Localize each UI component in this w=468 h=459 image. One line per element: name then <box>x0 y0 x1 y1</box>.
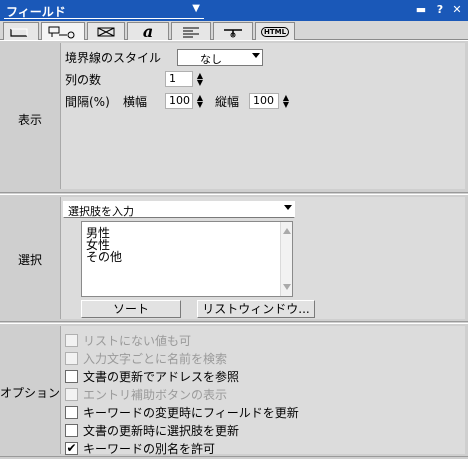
allow-values-not-in-list-checkbox[interactable] <box>65 334 78 347</box>
choices-scrollbar[interactable] <box>280 222 292 296</box>
border-style-label: 境界線のスタイル <box>65 51 162 65</box>
show-entry-helper-button-label: エントリ補助ボタンの表示 <box>83 388 228 402</box>
border-style-dropdown[interactable]: なし <box>177 49 263 66</box>
chevron-down-icon: ▼ <box>192 3 200 14</box>
spacing-label: 間隔(%) <box>65 95 110 109</box>
html-icon-label: HTML <box>263 27 287 36</box>
vertical-spacing-input[interactable]: 100 <box>249 93 279 109</box>
choices-listbox[interactable]: 男性 女性 その他 <box>81 221 293 297</box>
title-bar: フィールド ▼ ▬ ? ✕ <box>0 0 468 21</box>
chevron-down-icon <box>252 53 260 58</box>
refresh-fields-on-keyword-change-checkbox[interactable] <box>65 406 78 419</box>
vertical-spacing-stepper[interactable]: ▲ ▼ <box>281 94 291 109</box>
list-window-button[interactable]: リストウィンドウ... <box>197 300 315 318</box>
options-section-body: リストにない値も可 入力文字ごとに名前を検索 文書の更新でアドレスを参照 エント… <box>60 326 465 456</box>
choice-source-dropdown[interactable]: 選択肢を入力 <box>63 201 295 218</box>
refresh-choices-on-refresh-label: 文書の更新時に選択肢を更新 <box>83 424 240 438</box>
tab-position[interactable] <box>213 22 253 40</box>
allow-keyword-synonyms-label: キーワードの別名を許可 <box>83 442 216 456</box>
window-title: フィールド <box>6 5 66 19</box>
refresh-fields-on-keyword-change-label: キーワードの変更時にフィールドを更新 <box>83 406 299 420</box>
lookup-address-on-refresh-label: 文書の更新でアドレスを参照 <box>83 370 240 384</box>
options-section: オプション リストにない値も可 入力文字ごとに名前を検索 文書の更新でアドレスを… <box>0 323 468 457</box>
chevron-down-icon <box>284 205 292 210</box>
list-item[interactable]: その他 <box>86 248 122 265</box>
font-italic-icon: a <box>142 21 154 41</box>
show-entry-helper-button-checkbox[interactable] <box>65 388 78 401</box>
scroll-down-icon[interactable] <box>283 284 291 290</box>
allow-values-not-in-list-label: リストにない値も可 <box>83 334 192 348</box>
border-style-value: なし <box>200 53 222 66</box>
scroll-up-icon[interactable] <box>283 228 291 234</box>
tab-paragraph[interactable] <box>171 22 211 40</box>
graphics-icon <box>97 27 115 36</box>
horizontal-spacing-label: 横幅 <box>123 95 148 109</box>
sort-button[interactable]: ソート <box>81 300 181 318</box>
display-section-body: 境界線のスタイル なし 列の数 1 ▲ ▼ 間隔(%) 横幅 100 ▲ ▼ 縦幅 … <box>60 43 465 189</box>
field-properties-panel: フィールド ▼ ▬ ? ✕ a HTML 表示 境界線のスタイル なし 列の数 … <box>0 0 468 459</box>
html-icon: HTML <box>260 26 290 37</box>
display-section-label: 表示 <box>17 113 42 127</box>
columns-stepper[interactable]: ▲ ▼ <box>195 72 205 87</box>
lookup-as-typed-label: 入力文字ごとに名前を検索 <box>83 352 228 366</box>
horizontal-spacing-stepper[interactable]: ▲ ▼ <box>195 94 205 109</box>
selection-section: 選択 選択肢を入力 男性 女性 その他 ソート リストウィンドウ... <box>0 194 468 322</box>
tab-text-style[interactable]: a <box>127 22 169 40</box>
choice-source-value: 選択肢を入力 <box>68 205 134 218</box>
columns-label: 列の数 <box>65 73 102 87</box>
minimize-button[interactable]: ▬ <box>414 3 428 17</box>
columns-input[interactable]: 1 <box>165 71 193 87</box>
properties-type-dropdown[interactable]: フィールド ▼ <box>4 2 204 19</box>
tab-field-type[interactable] <box>3 22 39 40</box>
horizontal-spacing-input[interactable]: 100 <box>165 93 193 109</box>
refresh-choices-on-refresh-checkbox[interactable] <box>65 424 78 437</box>
selection-section-body: 選択肢を入力 男性 女性 その他 ソート リストウィンドウ... <box>60 197 465 319</box>
tab-strip: a HTML <box>0 21 468 41</box>
tab-html[interactable]: HTML <box>255 22 295 40</box>
vertical-spacing-label: 縦幅 <box>215 95 240 109</box>
display-section: 表示 境界線のスタイル なし 列の数 1 ▲ ▼ 間隔(%) 横幅 100 ▲ ▼ … <box>0 40 468 193</box>
selection-section-label: 選択 <box>17 253 42 267</box>
field-box-icon <box>10 28 28 37</box>
tab-field-settings[interactable] <box>41 22 85 41</box>
paragraph-align-icon <box>183 27 199 37</box>
position-icon <box>224 28 242 37</box>
close-button[interactable]: ✕ <box>450 3 464 17</box>
allow-keyword-synonyms-checkbox[interactable]: ✔ <box>65 442 78 455</box>
lookup-address-on-refresh-checkbox[interactable] <box>65 370 78 383</box>
options-section-label: オプション <box>0 386 61 400</box>
field-settings-icon <box>48 26 75 39</box>
lookup-as-typed-checkbox[interactable] <box>65 352 78 365</box>
tab-graphics[interactable] <box>87 22 125 40</box>
help-button[interactable]: ? <box>433 3 447 17</box>
